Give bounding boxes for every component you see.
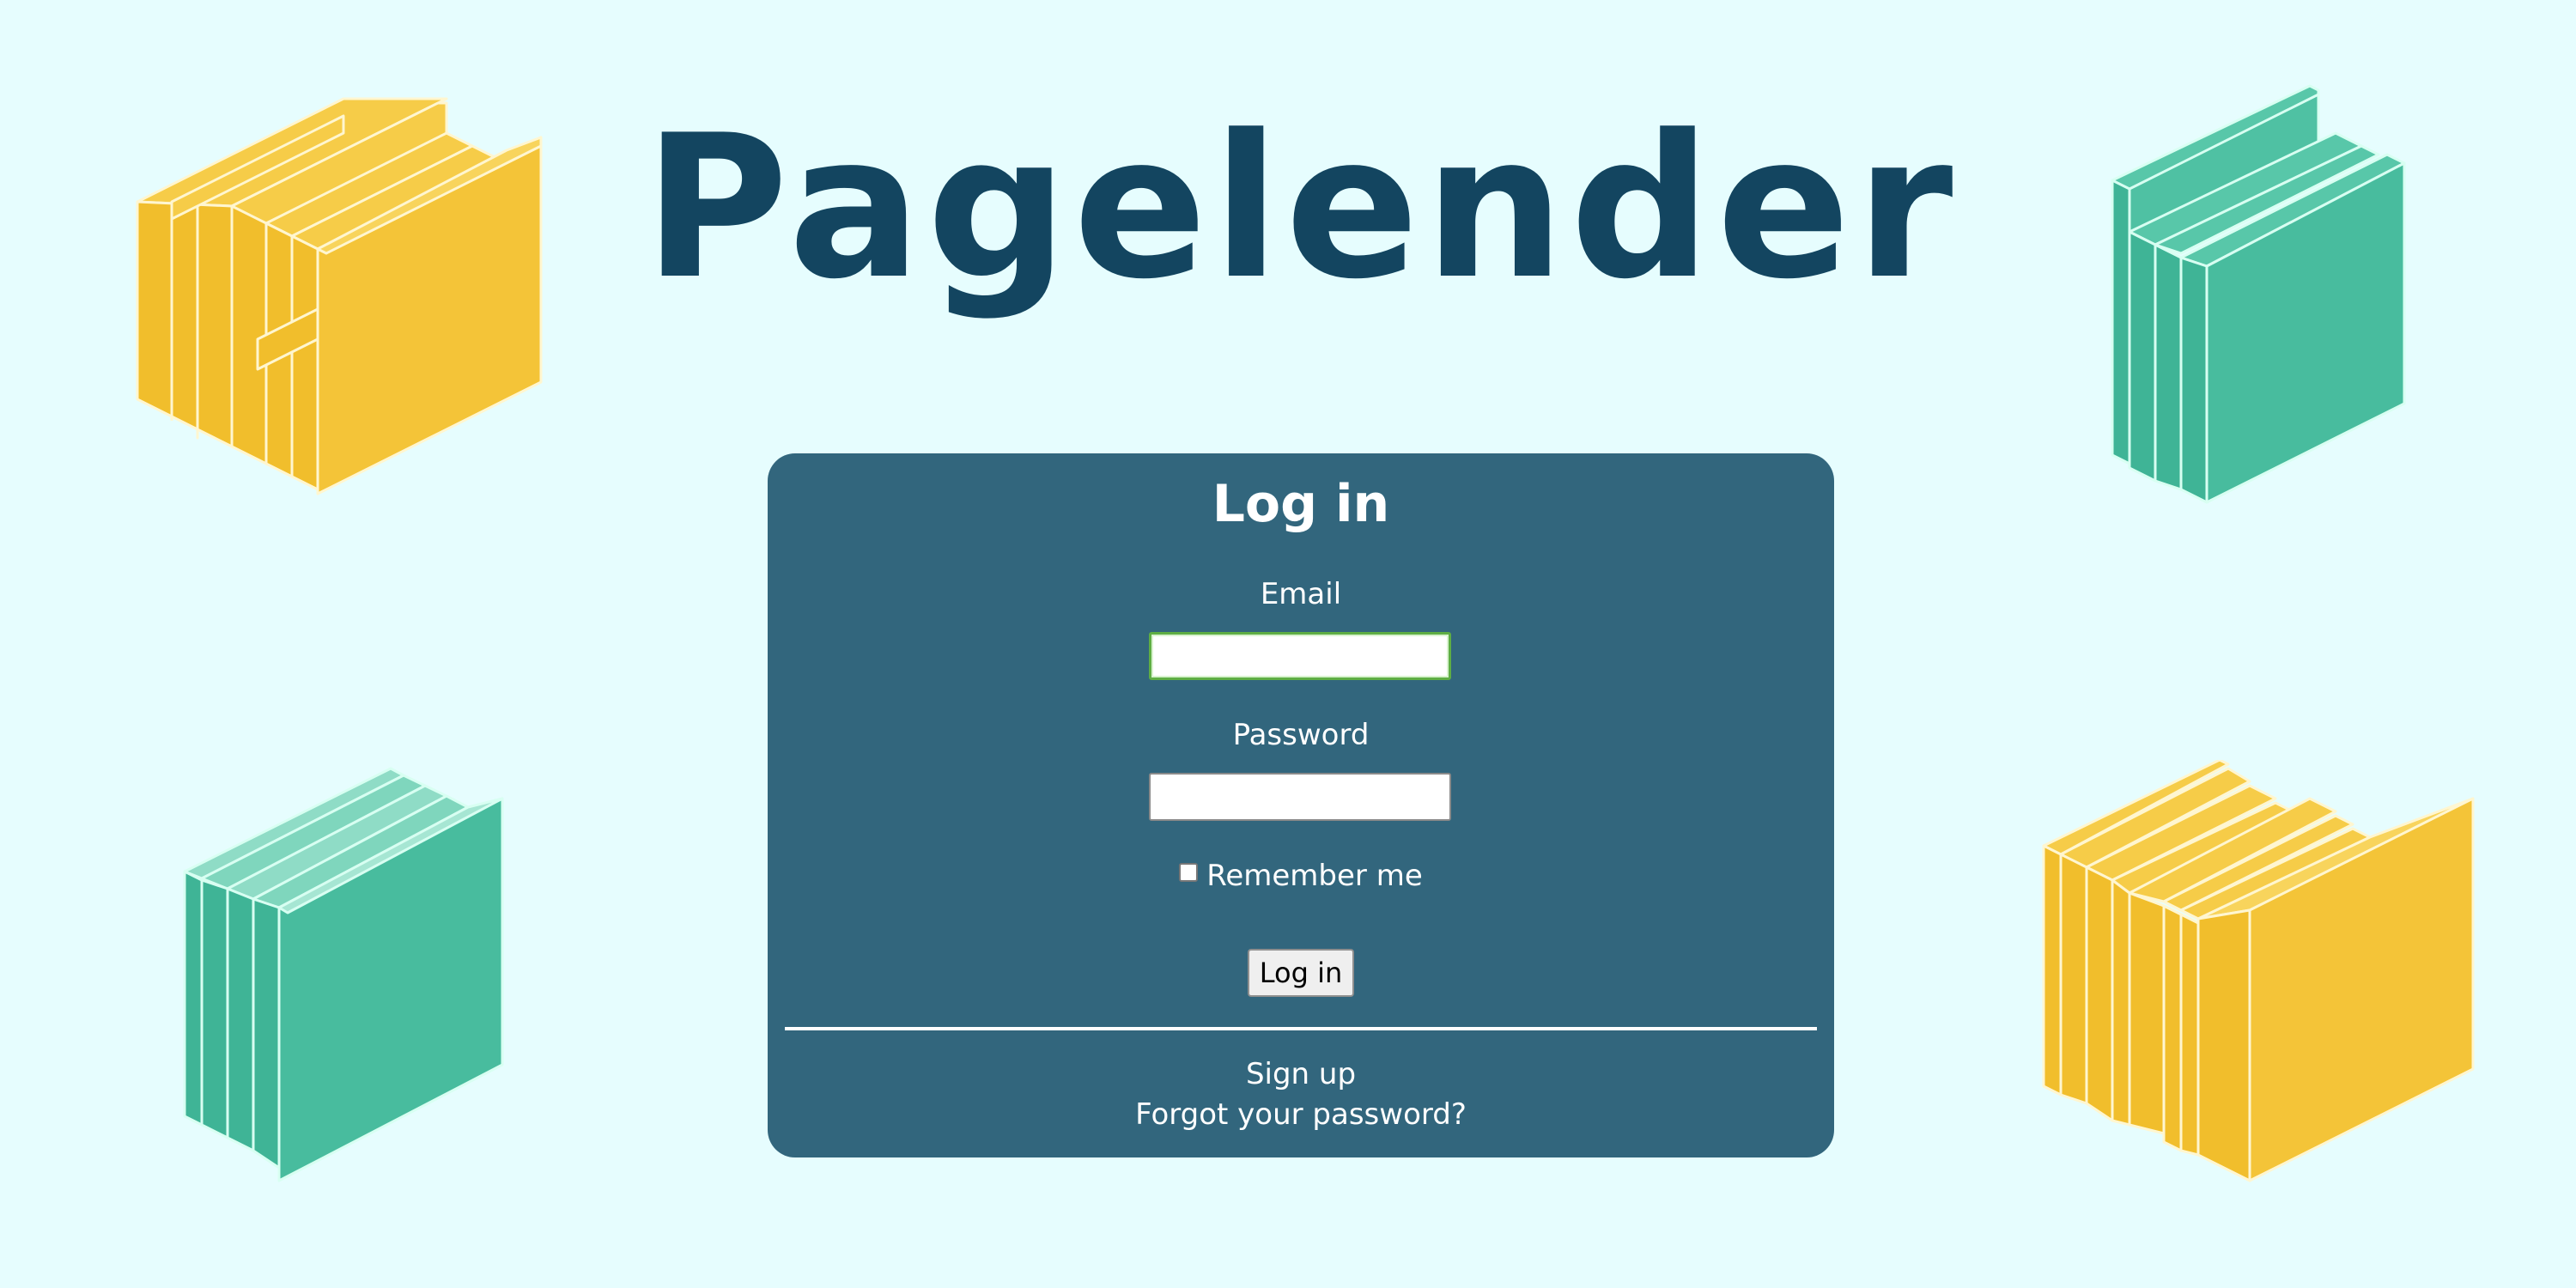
yellow-books-illustration [2035, 760, 2482, 1189]
remember-me-checkbox[interactable] [1179, 863, 1199, 882]
password-label: Password [1232, 718, 1370, 752]
forgot-password-link[interactable]: Forgot your password? [768, 1097, 1834, 1133]
remember-me-label: Remember me [1206, 859, 1423, 893]
login-heading: Log in [1212, 474, 1390, 534]
email-field[interactable] [1149, 632, 1451, 680]
email-label: Email [1260, 577, 1342, 611]
login-button[interactable]: Log in [1248, 949, 1354, 997]
brand-title: Pagelender [643, 94, 1959, 323]
sign-up-link[interactable]: Sign up [768, 1057, 1834, 1092]
password-field[interactable] [1149, 773, 1451, 821]
login-form: Log in Email Password Remember me Log in… [768, 453, 1834, 1157]
teal-books-illustration [176, 760, 519, 1189]
remember-me-row: Remember me [768, 859, 1834, 894]
divider [785, 1027, 1817, 1030]
